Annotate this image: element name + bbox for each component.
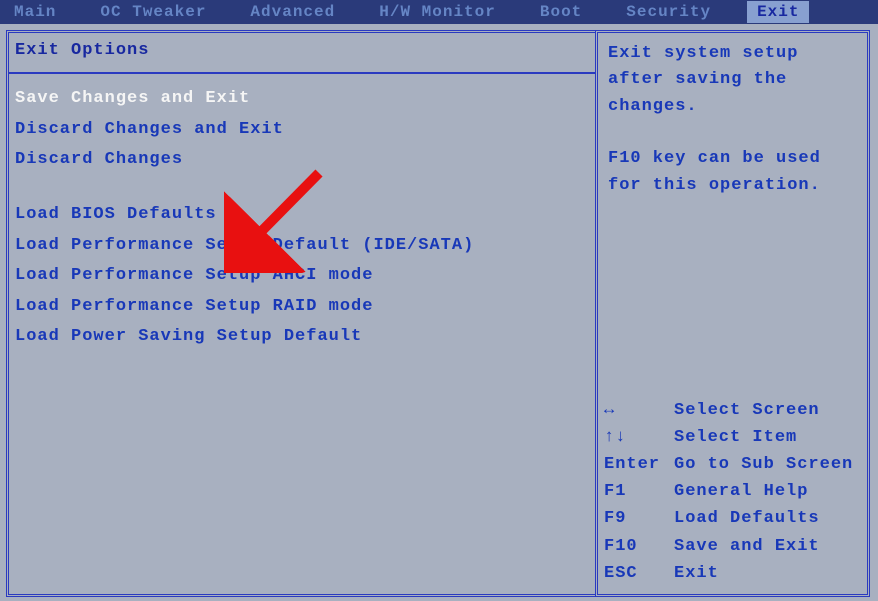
key-name: ↔	[604, 397, 674, 424]
key-row-select-screen: ↔ Select Screen	[604, 397, 862, 424]
divider	[9, 72, 595, 74]
help-line: for this operation.	[608, 173, 861, 199]
key-row-f10: F10 Save and Exit	[604, 533, 862, 560]
key-desc: Exit	[674, 560, 719, 587]
menu-item-save-changes-and-exit[interactable]: Save Changes and Exit	[9, 84, 595, 115]
menubar-item-oc-tweaker[interactable]: OC Tweaker	[92, 1, 214, 23]
panel-title: Exit Options	[9, 41, 595, 68]
help-line: Exit system setup	[608, 41, 861, 67]
menu-item-load-performance-ide-sata[interactable]: Load Performance Setup Default (IDE/SATA…	[9, 231, 595, 262]
key-row-f9: F9 Load Defaults	[604, 505, 862, 532]
menubar-item-exit[interactable]: Exit	[747, 1, 809, 23]
key-desc: Save and Exit	[674, 533, 820, 560]
help-line: changes.	[608, 94, 861, 120]
help-line	[608, 120, 861, 146]
key-name: F10	[604, 533, 674, 560]
menubar-item-security[interactable]: Security	[618, 1, 719, 23]
menubar-item-main[interactable]: Main	[6, 1, 64, 23]
key-name: Enter	[604, 451, 674, 478]
key-desc: Load Defaults	[674, 505, 820, 532]
key-desc: Go to Sub Screen	[674, 451, 853, 478]
key-name: ↑↓	[604, 424, 674, 451]
menu-item-discard-changes-and-exit[interactable]: Discard Changes and Exit	[9, 115, 595, 146]
menu-item-load-performance-ahci[interactable]: Load Performance Setup AHCI mode	[9, 261, 595, 292]
help-line: F10 key can be used	[608, 146, 861, 172]
key-name: ESC	[604, 560, 674, 587]
key-desc: Select Item	[674, 424, 797, 451]
menu-spacer	[9, 176, 595, 200]
menu-item-discard-changes[interactable]: Discard Changes	[9, 145, 595, 176]
key-desc: General Help	[674, 478, 808, 505]
exit-menu-list: Save Changes and Exit Discard Changes an…	[9, 84, 595, 353]
key-legend: ↔ Select Screen ↑↓ Select Item Enter Go …	[604, 397, 862, 587]
menu-item-load-performance-raid[interactable]: Load Performance Setup RAID mode	[9, 292, 595, 323]
key-name: F1	[604, 478, 674, 505]
help-text: Exit system setup after saving the chang…	[608, 41, 861, 199]
menubar-item-boot[interactable]: Boot	[532, 1, 590, 23]
menubar-item-hw-monitor[interactable]: H/W Monitor	[371, 1, 504, 23]
bios-menubar: Main OC Tweaker Advanced H/W Monitor Boo…	[0, 0, 878, 24]
key-row-esc: ESC Exit	[604, 560, 862, 587]
exit-options-panel: Exit Options Save Changes and Exit Disca…	[6, 30, 595, 597]
key-name: F9	[604, 505, 674, 532]
key-row-f1: F1 General Help	[604, 478, 862, 505]
menu-item-load-power-saving[interactable]: Load Power Saving Setup Default	[9, 322, 595, 353]
key-row-select-item: ↑↓ Select Item	[604, 424, 862, 451]
help-line: after saving the	[608, 67, 861, 93]
menubar-item-advanced[interactable]: Advanced	[242, 1, 343, 23]
menu-item-load-bios-defaults[interactable]: Load BIOS Defaults	[9, 200, 595, 231]
key-desc: Select Screen	[674, 397, 820, 424]
key-row-enter: Enter Go to Sub Screen	[604, 451, 862, 478]
